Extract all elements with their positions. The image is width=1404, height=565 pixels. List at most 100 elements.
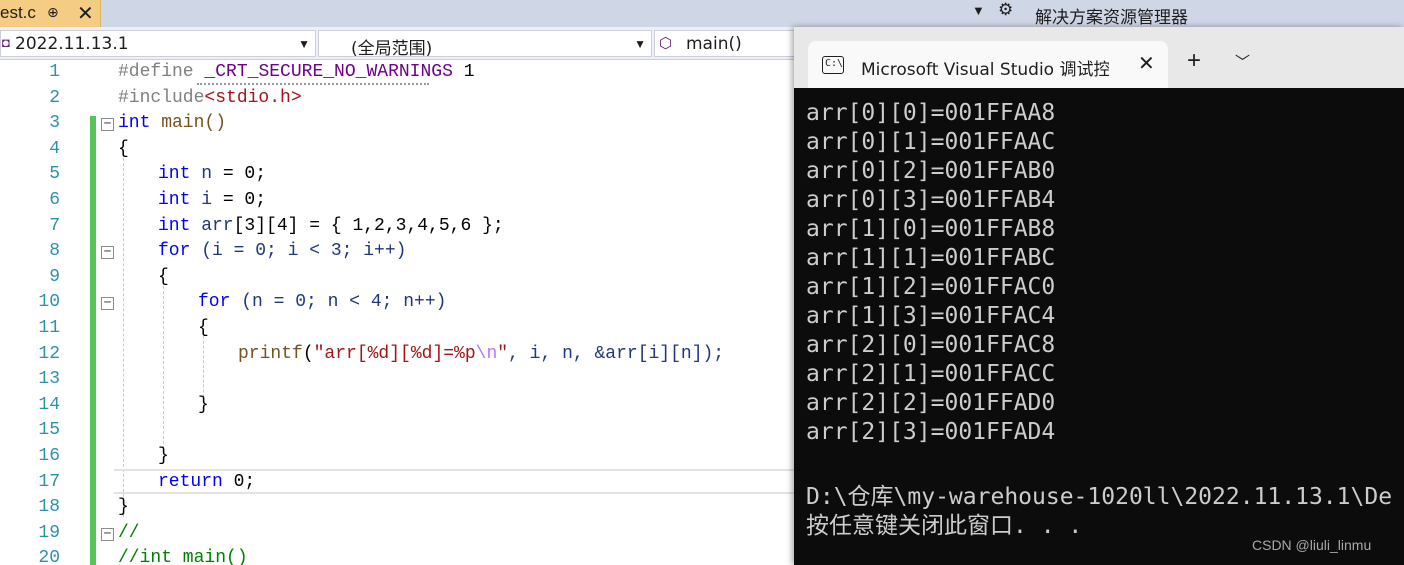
include-header: <stdio.h> xyxy=(204,87,302,108)
output-line: arr[0][0]=001FFAA8 xyxy=(806,100,1056,126)
code-line-18[interactable]: 18 } xyxy=(0,496,800,522)
line-number: 16 xyxy=(38,446,60,466)
function-name: main() xyxy=(686,34,742,54)
debug-console-window[interactable]: C:\ Microsoft Visual Studio 调试控制台 ✕ + ﹀ … xyxy=(794,27,1404,565)
line-number: 17 xyxy=(38,471,60,492)
code-line-1[interactable]: 1 #define _CRT_SECURE_NO_WARNINGS 1 xyxy=(0,61,800,87)
close-icon[interactable]: ✕ xyxy=(1138,51,1155,76)
collapse-icon[interactable]: − xyxy=(101,296,114,311)
close-tab-icon[interactable]: ✕ xyxy=(77,1,94,26)
line-number: 3 xyxy=(49,113,60,134)
string-literal: "arr[%d][%d]=%p xyxy=(313,343,476,364)
code-line-14[interactable]: 14 } xyxy=(0,394,800,420)
code-line-13[interactable]: 13 xyxy=(0,368,800,394)
line-content: { xyxy=(158,266,169,287)
line-number: 9 xyxy=(49,266,60,287)
project-name: 2022.11.13.1 xyxy=(15,34,129,54)
code-line-15[interactable]: 15 xyxy=(0,419,800,445)
output-line: arr[2][2]=001FFAD0 xyxy=(806,390,1056,416)
watermark: CSDN @liuli_linmu xyxy=(1252,537,1372,553)
function-cube-icon: ⬡ xyxy=(659,35,673,52)
collapse-icon[interactable]: − xyxy=(101,117,114,132)
line-number: 18 xyxy=(38,497,60,518)
line-content: return 0; xyxy=(158,472,255,492)
chevron-down-icon[interactable]: ▼ xyxy=(634,37,646,51)
code-line-8[interactable]: 8 − for (i = 0; i < 3; i++) xyxy=(0,240,800,266)
output-line: arr[1][3]=001FFAC4 xyxy=(806,303,1056,329)
chevron-down-icon[interactable]: ﹀ xyxy=(1235,51,1250,72)
function-dropdown[interactable]: ⬡ main() xyxy=(654,30,814,57)
code-line-12[interactable]: 12 printf("arr[%d][%d]=%p\n", i, n, &arr… xyxy=(0,343,800,369)
output-line: arr[1][0]=001FFAB8 xyxy=(806,216,1056,242)
code-line-11[interactable]: 11 { xyxy=(0,317,800,343)
code-line-4[interactable]: 4 { xyxy=(0,138,800,164)
function-name: main() xyxy=(150,113,227,134)
collapse-icon[interactable]: − xyxy=(101,245,114,260)
line-content: #include<stdio.h> xyxy=(118,88,302,108)
line-content: int i = 0; xyxy=(158,190,266,210)
output-line: arr[0][1]=001FFAAC xyxy=(806,129,1056,155)
tab-test-c[interactable]: est.c ⊕ ✕ xyxy=(0,0,101,27)
chevron-down-icon[interactable]: ▼ xyxy=(298,37,310,51)
keyword: for xyxy=(158,241,191,262)
code-text: ( xyxy=(302,343,314,364)
code-text: = 0; xyxy=(212,164,267,185)
code-text: [3][4] = { 1,2,3,4,5,6 }; xyxy=(233,215,504,236)
collapse-icon[interactable]: − xyxy=(101,527,114,541)
string-literal-end: " xyxy=(497,343,509,364)
console-output[interactable]: arr[0][0]=001FFAA8 arr[0][1]=001FFAAC ar… xyxy=(794,88,1404,565)
line-content: int n = 0; xyxy=(158,164,266,184)
code-line-3[interactable]: 3 − int main() xyxy=(0,112,800,138)
keyword: int xyxy=(158,164,191,185)
line-number: 2 xyxy=(49,87,60,108)
console-title: Microsoft Visual Studio 调试控制台 xyxy=(861,60,1109,80)
code-line-20[interactable]: 20 //int main() xyxy=(0,547,800,565)
keyword: int xyxy=(118,113,151,134)
console-titlebar: C:\ Microsoft Visual Studio 调试控制台 ✕ + ﹀ xyxy=(794,27,1404,88)
code-editor[interactable]: 1 #define _CRT_SECURE_NO_WARNINGS 1 2 #i… xyxy=(0,61,800,565)
pin-icon[interactable]: ⊕ xyxy=(47,4,59,21)
solution-explorer-title: 解决方案资源管理器 xyxy=(1035,8,1188,28)
variable: arr xyxy=(190,215,234,236)
output-line: arr[2][1]=001FFACC xyxy=(806,361,1056,387)
code-line-10[interactable]: 10 − for (n = 0; n < 4; n++) xyxy=(0,291,800,317)
code-line-19[interactable]: 19 − // xyxy=(0,522,800,548)
keyword: int xyxy=(158,190,191,210)
code-line-16[interactable]: 16 } xyxy=(0,445,800,471)
line-number: 7 xyxy=(49,215,60,236)
line-number: 15 xyxy=(38,420,60,441)
tab-label: est.c xyxy=(0,3,36,22)
macro-value: 1 xyxy=(452,62,475,82)
line-number: 1 xyxy=(49,62,60,82)
scope-dropdown[interactable]: (全局范围) ▼ xyxy=(318,30,652,59)
output-line: arr[2][3]=001FFAD4 xyxy=(806,419,1056,445)
variable: n xyxy=(190,164,213,185)
code-line-2[interactable]: 2 #include<stdio.h> xyxy=(0,87,800,113)
code-line-7[interactable]: 7 int arr[3][4] = { 1,2,3,4,5,6 }; xyxy=(0,215,800,241)
code-line-6[interactable]: 6 int i = 0; xyxy=(0,189,800,215)
navigation-bar: ◘ 2022.11.13.1 ▼ (全局范围) ▼ ⬡ main() xyxy=(0,27,814,60)
line-number: 5 xyxy=(49,164,60,185)
terminal-icon: C:\ xyxy=(822,56,844,74)
code-line-5[interactable]: 5 int n = 0; xyxy=(0,163,800,189)
gear-icon[interactable]: ⚙ xyxy=(998,0,1013,20)
line-content: #define _CRT_SECURE_NO_WARNINGS 1 xyxy=(118,62,475,82)
macro-underline xyxy=(197,83,429,85)
code-line-9[interactable]: 9 { xyxy=(0,266,800,292)
output-line: arr[1][1]=001FFABC xyxy=(806,245,1056,271)
output-line: 按任意键关闭此窗口. . . xyxy=(806,513,1083,539)
project-dropdown[interactable]: ◘ 2022.11.13.1 ▼ xyxy=(0,30,316,57)
line-number: 14 xyxy=(38,394,60,415)
tab-list-dropdown-icon[interactable]: ▼ xyxy=(972,3,985,18)
line-number: 8 xyxy=(49,241,60,262)
line-number: 20 xyxy=(38,548,60,565)
new-tab-plus-icon[interactable]: + xyxy=(1187,49,1201,73)
code-line-17[interactable]: 17 return 0; xyxy=(0,471,800,497)
console-tab[interactable]: C:\ Microsoft Visual Studio 调试控制台 ✕ xyxy=(808,41,1168,88)
escape-sequence: \n xyxy=(475,343,498,364)
keyword: return xyxy=(158,471,223,492)
line-content: int arr[3][4] = { 1,2,3,4,5,6 }; xyxy=(158,216,504,236)
line-number: 4 xyxy=(49,138,60,159)
code-text: (n = 0; n < 4; n++) xyxy=(230,292,447,313)
keyword: int xyxy=(158,215,191,236)
